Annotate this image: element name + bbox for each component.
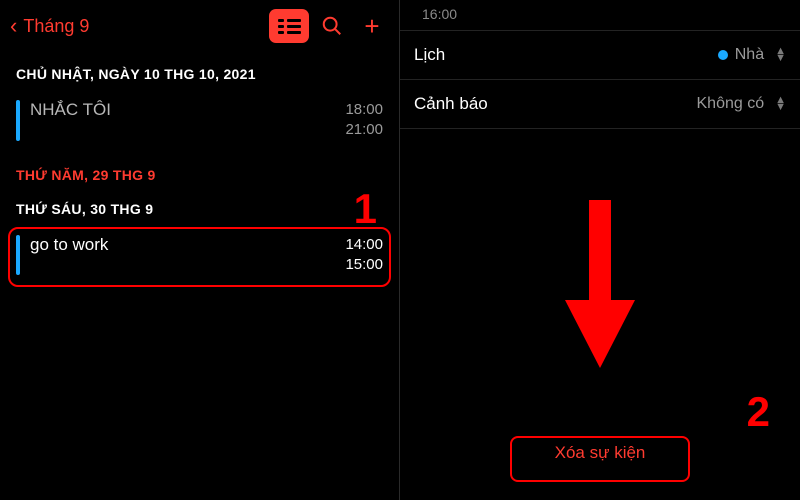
event-start: 18:00 [345, 100, 383, 120]
event-title: go to work [30, 235, 335, 255]
date-header-thursday: THỨ NĂM, 29 THG 9 [0, 153, 399, 193]
event-end: 21:00 [345, 120, 383, 140]
event-color-bar [16, 100, 20, 141]
alert-value: Không có ▲▼ [697, 95, 787, 113]
calendar-list-screen: ‹ Tháng 9 + CHỦ NHẬT, NGÀY 10 THG 10, 20… [0, 0, 400, 500]
event-title: NHẮC TÔI [30, 100, 335, 120]
calendar-value: Nhà ▲▼ [718, 46, 786, 64]
list-view-button[interactable] [269, 9, 309, 43]
time-slot-label: 16:00 [400, 0, 800, 31]
calendar-name: Nhà [735, 46, 764, 64]
annotation-number-1: 1 [354, 185, 377, 233]
event-times: 18:00 21:00 [345, 100, 383, 141]
add-event-button[interactable]: + [355, 9, 389, 43]
calendar-setting-row[interactable]: Lịch Nhà ▲▼ [400, 31, 800, 80]
alert-setting-row[interactable]: Cảnh báo Không có ▲▼ [400, 80, 800, 129]
event-detail-screen: 16:00 Lịch Nhà ▲▼ Cảnh báo Không có ▲▼ X… [400, 0, 800, 500]
search-button[interactable] [315, 9, 349, 43]
updown-chevron-icon: ▲▼ [775, 48, 786, 62]
calendar-label: Lịch [414, 45, 718, 65]
alert-label: Cảnh báo [414, 94, 697, 114]
alert-value-text: Không có [697, 95, 765, 113]
date-header-sunday: CHỦ NHẬT, NGÀY 10 THG 10, 2021 [0, 52, 399, 92]
date-header-friday: THỨ SÁU, 30 THG 9 [0, 193, 399, 227]
back-button-label[interactable]: Tháng 9 [23, 16, 89, 37]
plus-icon: + [364, 11, 379, 42]
event-start: 14:00 [345, 235, 383, 255]
list-icon [278, 19, 301, 34]
event-times: 14:00 15:00 [345, 235, 383, 276]
header-bar: ‹ Tháng 9 + [0, 0, 399, 52]
delete-event-button[interactable]: Xóa sự kiện [515, 432, 686, 474]
event-color-bar [16, 235, 20, 276]
event-row[interactable]: NHẮC TÔI 18:00 21:00 [0, 92, 399, 153]
annotation-arrow-down-icon [565, 200, 635, 375]
event-end: 15:00 [345, 255, 383, 275]
updown-chevron-icon: ▲▼ [775, 97, 786, 111]
calendar-color-dot-icon [718, 50, 728, 60]
annotation-number-2: 2 [747, 388, 770, 436]
search-icon [321, 15, 343, 37]
event-row-highlighted[interactable]: go to work 14:00 15:00 [0, 227, 399, 288]
chevron-left-icon[interactable]: ‹ [10, 13, 17, 39]
